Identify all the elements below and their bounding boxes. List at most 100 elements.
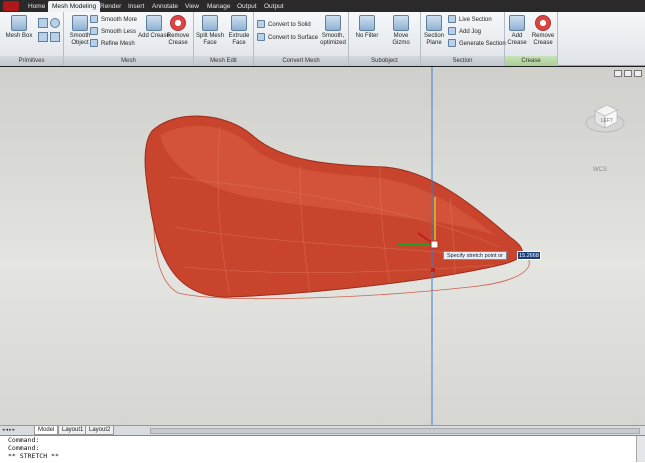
drawing-viewport[interactable]: LEFT WCS [0, 67, 645, 425]
mesh-wedge-icon[interactable] [38, 32, 48, 42]
convert-to-surface-label: Convert to Surface [268, 35, 319, 41]
crease-add-icon [509, 15, 525, 31]
add-crease-icon [146, 15, 162, 31]
no-filter-dropdown[interactable]: No Filter [351, 15, 383, 55]
smooth-more-button[interactable]: Smooth More [90, 15, 137, 26]
layout-nav-arrows[interactable]: ◂◂▸▸ [2, 427, 30, 434]
mesh-box-icon [11, 15, 27, 31]
smooth-more-icon [90, 15, 98, 24]
tab-render[interactable]: Render [96, 1, 125, 12]
mesh-box-label: Mesh Box [5, 33, 33, 39]
convert-to-solid-label: Convert to Solid [268, 22, 311, 28]
smooth-optimized-icon [325, 15, 341, 31]
gizmo-icon [393, 15, 409, 31]
restore-viewport-icon[interactable] [624, 70, 632, 77]
live-section-button[interactable]: Live Section [448, 15, 492, 26]
tab-output-2[interactable]: Output [260, 1, 288, 12]
viewcube[interactable] [585, 97, 625, 137]
extrude-face-icon [231, 15, 247, 31]
crease-remove-label: Remove Crease [531, 33, 555, 46]
generate-section-button[interactable]: Generate Section [448, 39, 506, 50]
command-line[interactable]: Command: Command: ** STRETCH ** [0, 435, 645, 463]
split-mesh-face-button[interactable]: Split Mesh Face [194, 15, 226, 55]
command-scrollbar[interactable] [636, 436, 645, 462]
section-plane-label: Section Plane [423, 33, 444, 46]
tab-layout1[interactable]: Layout1 [58, 426, 88, 435]
crease-remove-crease-button[interactable]: Remove Crease [529, 15, 557, 55]
crease-add-crease-button[interactable]: Add Crease [505, 15, 529, 55]
wcs-menu[interactable]: WCS [593, 167, 607, 173]
command-active-line: ** STRETCH ** [8, 452, 59, 460]
tab-annotate[interactable]: Annotate [148, 1, 182, 12]
dynamic-input-value[interactable]: 15.2668 [517, 251, 541, 260]
tab-output[interactable]: Output [233, 1, 261, 12]
filter-icon [359, 15, 375, 31]
panel-title-mesh: Mesh [64, 56, 193, 66]
panel-crease: Add Crease Remove Crease Crease [505, 12, 558, 66]
tab-manage[interactable]: Manage [203, 1, 235, 12]
smooth-optimized-dropdown[interactable]: Smooth, optimized [318, 15, 348, 55]
tab-layout2[interactable]: Layout2 [85, 426, 115, 435]
split-mesh-face-label: Split Mesh Face [195, 33, 224, 46]
section-plane-button[interactable]: Section Plane [421, 15, 447, 55]
mesh-cylinder-icon[interactable] [38, 18, 48, 28]
smooth-less-button[interactable]: Smooth Less [90, 27, 136, 38]
panel-section: Section Plane Live Section Add Jog Gener… [421, 12, 506, 66]
application-menu-button[interactable] [3, 1, 19, 11]
viewcube-label: LEFT [600, 118, 613, 124]
generate-section-label: Generate Section [459, 41, 506, 47]
move-gizmo-label: Move Gizmo [392, 33, 410, 46]
ribbon-tab-bar: Home Mesh Modeling Render Insert Annotat… [0, 0, 645, 12]
refine-mesh-label: Refine Mesh [101, 41, 135, 47]
minimize-viewport-icon[interactable] [614, 70, 622, 77]
crease-remove-icon [535, 15, 551, 31]
tab-mesh-modeling[interactable]: Mesh Modeling [48, 1, 101, 12]
add-jog-label: Add Jog [459, 29, 482, 35]
dynamic-input-prompt: Specify stretch point or [443, 251, 507, 260]
panel-convert-mesh: Convert to Solid Convert to Surface Smoo… [254, 12, 349, 66]
refine-mesh-button[interactable]: Refine Mesh [90, 39, 135, 50]
mesh-box-button[interactable]: Mesh Box [3, 15, 35, 55]
panel-title-primitives: Primitives [0, 56, 63, 66]
tab-view[interactable]: View [181, 1, 203, 12]
split-mesh-face-icon [202, 15, 218, 31]
remove-crease-button[interactable]: Remove Crease [162, 15, 194, 55]
remove-crease-icon [170, 15, 186, 31]
crease-add-label: Add Crease [507, 33, 527, 46]
tab-insert[interactable]: Insert [124, 1, 148, 12]
convert-to-surface-button[interactable]: Convert to Surface [257, 33, 318, 44]
panel-title-subobject: Subobject [349, 56, 420, 66]
live-section-label: Live Section [459, 17, 492, 23]
panel-primitives: Mesh Box Primitives [0, 12, 64, 66]
smooth-less-label: Smooth Less [101, 29, 137, 35]
mesh-sphere-icon[interactable] [50, 18, 60, 28]
close-viewport-icon[interactable] [634, 70, 642, 77]
refine-mesh-icon [90, 39, 98, 48]
ribbon: Mesh Box Primitives Smooth Object Smooth… [0, 12, 645, 66]
panel-title-mesh-edit: Mesh Edit [194, 56, 253, 66]
tab-model[interactable]: Model [34, 426, 59, 435]
smooth-optimized-label: Smooth, optimized [320, 33, 346, 46]
extrude-face-button[interactable]: Extrude Face [223, 15, 255, 55]
tab-home[interactable]: Home [24, 1, 49, 12]
panel-subobject: No Filter Move Gizmo Subobject [349, 12, 421, 66]
gizmo-center[interactable] [430, 240, 439, 249]
convert-to-solid-button[interactable]: Convert to Solid [257, 20, 311, 31]
smooth-object-label: Smooth Object [69, 33, 91, 46]
add-jog-button[interactable]: Add Jog [448, 27, 481, 38]
smooth-more-label: Smooth More [101, 17, 138, 23]
smooth-less-icon [90, 27, 98, 36]
panel-title-section: Section [421, 56, 504, 66]
layout-tab-bar: ◂◂▸▸ Model Layout1 Layout2 [0, 425, 645, 435]
grip-point[interactable] [431, 268, 435, 272]
panel-mesh: Smooth Object Smooth More Smooth Less Re… [64, 12, 194, 66]
extrude-face-label: Extrude Face [228, 33, 250, 46]
move-gizmo-dropdown[interactable]: Move Gizmo [385, 15, 417, 55]
generate-section-icon [448, 39, 456, 48]
panel-mesh-edit: Split Mesh Face Extrude Face Mesh Edit [194, 12, 254, 66]
remove-crease-label: Remove Crease [166, 33, 190, 46]
mesh-torus-icon[interactable] [50, 32, 60, 42]
viewport-canvas[interactable] [0, 67, 645, 425]
panel-title-convert-mesh: Convert Mesh [254, 56, 348, 66]
horizontal-scrollbar[interactable] [150, 428, 640, 434]
